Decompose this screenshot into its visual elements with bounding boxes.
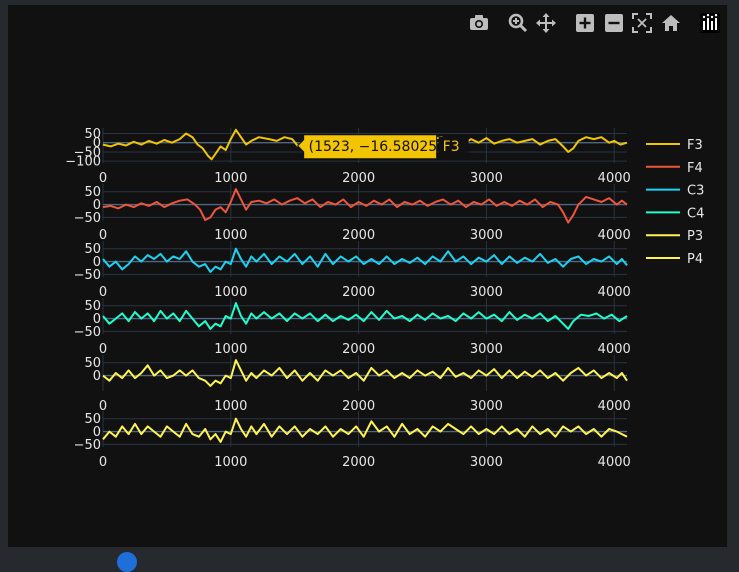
x-tick-label: 1000 <box>214 455 247 470</box>
x-tick-label: 1000 <box>214 399 247 414</box>
series-line-p4 <box>102 417 628 443</box>
zoom-in-icon[interactable] <box>572 10 598 36</box>
x-tick-label: 2000 <box>342 342 375 357</box>
series-line-c4 <box>102 302 628 330</box>
chart-area[interactable]: 500−50−1000 1000 2000 3000 4000500−500 1000 20… <box>0 0 739 560</box>
legend-item-f3[interactable]: F3 <box>646 138 703 153</box>
legend-label: P3 <box>687 229 703 244</box>
y-tick-label: 0 <box>93 369 101 384</box>
x-tick-label: 4000 <box>598 399 631 414</box>
hover-value-label: (1523, −16.58025) <box>309 139 443 155</box>
x-tick-label: 3000 <box>470 285 503 300</box>
pan-icon[interactable] <box>533 10 559 36</box>
x-tick-label: 3000 <box>470 399 503 414</box>
y-tick-label: −50 <box>74 438 101 453</box>
legend-label: P4 <box>687 252 703 267</box>
x-tick-label: 1000 <box>214 342 247 357</box>
x-tick-label: 2000 <box>342 399 375 414</box>
x-tick-label: 4000 <box>598 285 631 300</box>
x-tick-label: 1000 <box>214 171 247 186</box>
x-tick-label: 2000 <box>342 455 375 470</box>
status-dot <box>117 552 137 572</box>
autoscale-icon[interactable] <box>629 10 655 36</box>
legend-label: F3 <box>687 138 703 153</box>
x-tick-label: 2000 <box>342 171 375 186</box>
legend[interactable]: F3 F4 C3 C4 P3 P4 <box>646 138 704 267</box>
x-tick-label: 0 <box>99 455 107 470</box>
x-tick-label: 4000 <box>598 228 631 243</box>
x-tick-label: 0 <box>99 342 107 357</box>
x-tick-label: 1000 <box>214 228 247 243</box>
x-tick-label: 0 <box>99 171 107 186</box>
legend-item-c3[interactable]: C3 <box>646 184 704 199</box>
camera-icon[interactable] <box>466 10 492 36</box>
legend-item-c4[interactable]: C4 <box>646 206 704 221</box>
x-tick-label: 0 <box>99 228 107 243</box>
zoom-out-icon[interactable] <box>601 10 627 36</box>
x-tick-label: 0 <box>99 285 107 300</box>
hover-tooltip: (1523, −16.58025) F3 <box>296 134 469 160</box>
legend-label: C3 <box>687 184 704 199</box>
hover-series-name: F3 <box>443 139 460 155</box>
x-tick-label: 4000 <box>598 171 631 186</box>
legend-label: F4 <box>687 161 703 176</box>
series-line-c3 <box>102 247 628 273</box>
legend-item-p3[interactable]: P3 <box>646 229 703 244</box>
x-tick-label: 3000 <box>470 455 503 470</box>
series-line-p3 <box>102 359 628 387</box>
x-tick-label: 1000 <box>214 285 247 300</box>
x-tick-label: 2000 <box>342 228 375 243</box>
x-tick-label: 3000 <box>470 171 503 186</box>
x-tick-label: 3000 <box>470 342 503 357</box>
x-tick-label: 4000 <box>598 342 631 357</box>
x-tick-label: 2000 <box>342 285 375 300</box>
x-tick-label: 3000 <box>470 228 503 243</box>
legend-item-p4[interactable]: P4 <box>646 252 703 267</box>
home-icon[interactable] <box>658 10 684 36</box>
legend-label: C4 <box>687 206 704 221</box>
y-tick-label: −50 <box>74 325 101 340</box>
y-tick-label: −50 <box>74 211 101 226</box>
y-tick-label: −50 <box>74 268 101 283</box>
zoom-icon[interactable] <box>505 10 531 36</box>
y-tick-label: −100 <box>65 155 101 170</box>
x-tick-label: 4000 <box>598 455 631 470</box>
legend-item-f4[interactable]: F4 <box>646 161 703 176</box>
plotly-logo-icon[interactable] <box>697 10 723 36</box>
